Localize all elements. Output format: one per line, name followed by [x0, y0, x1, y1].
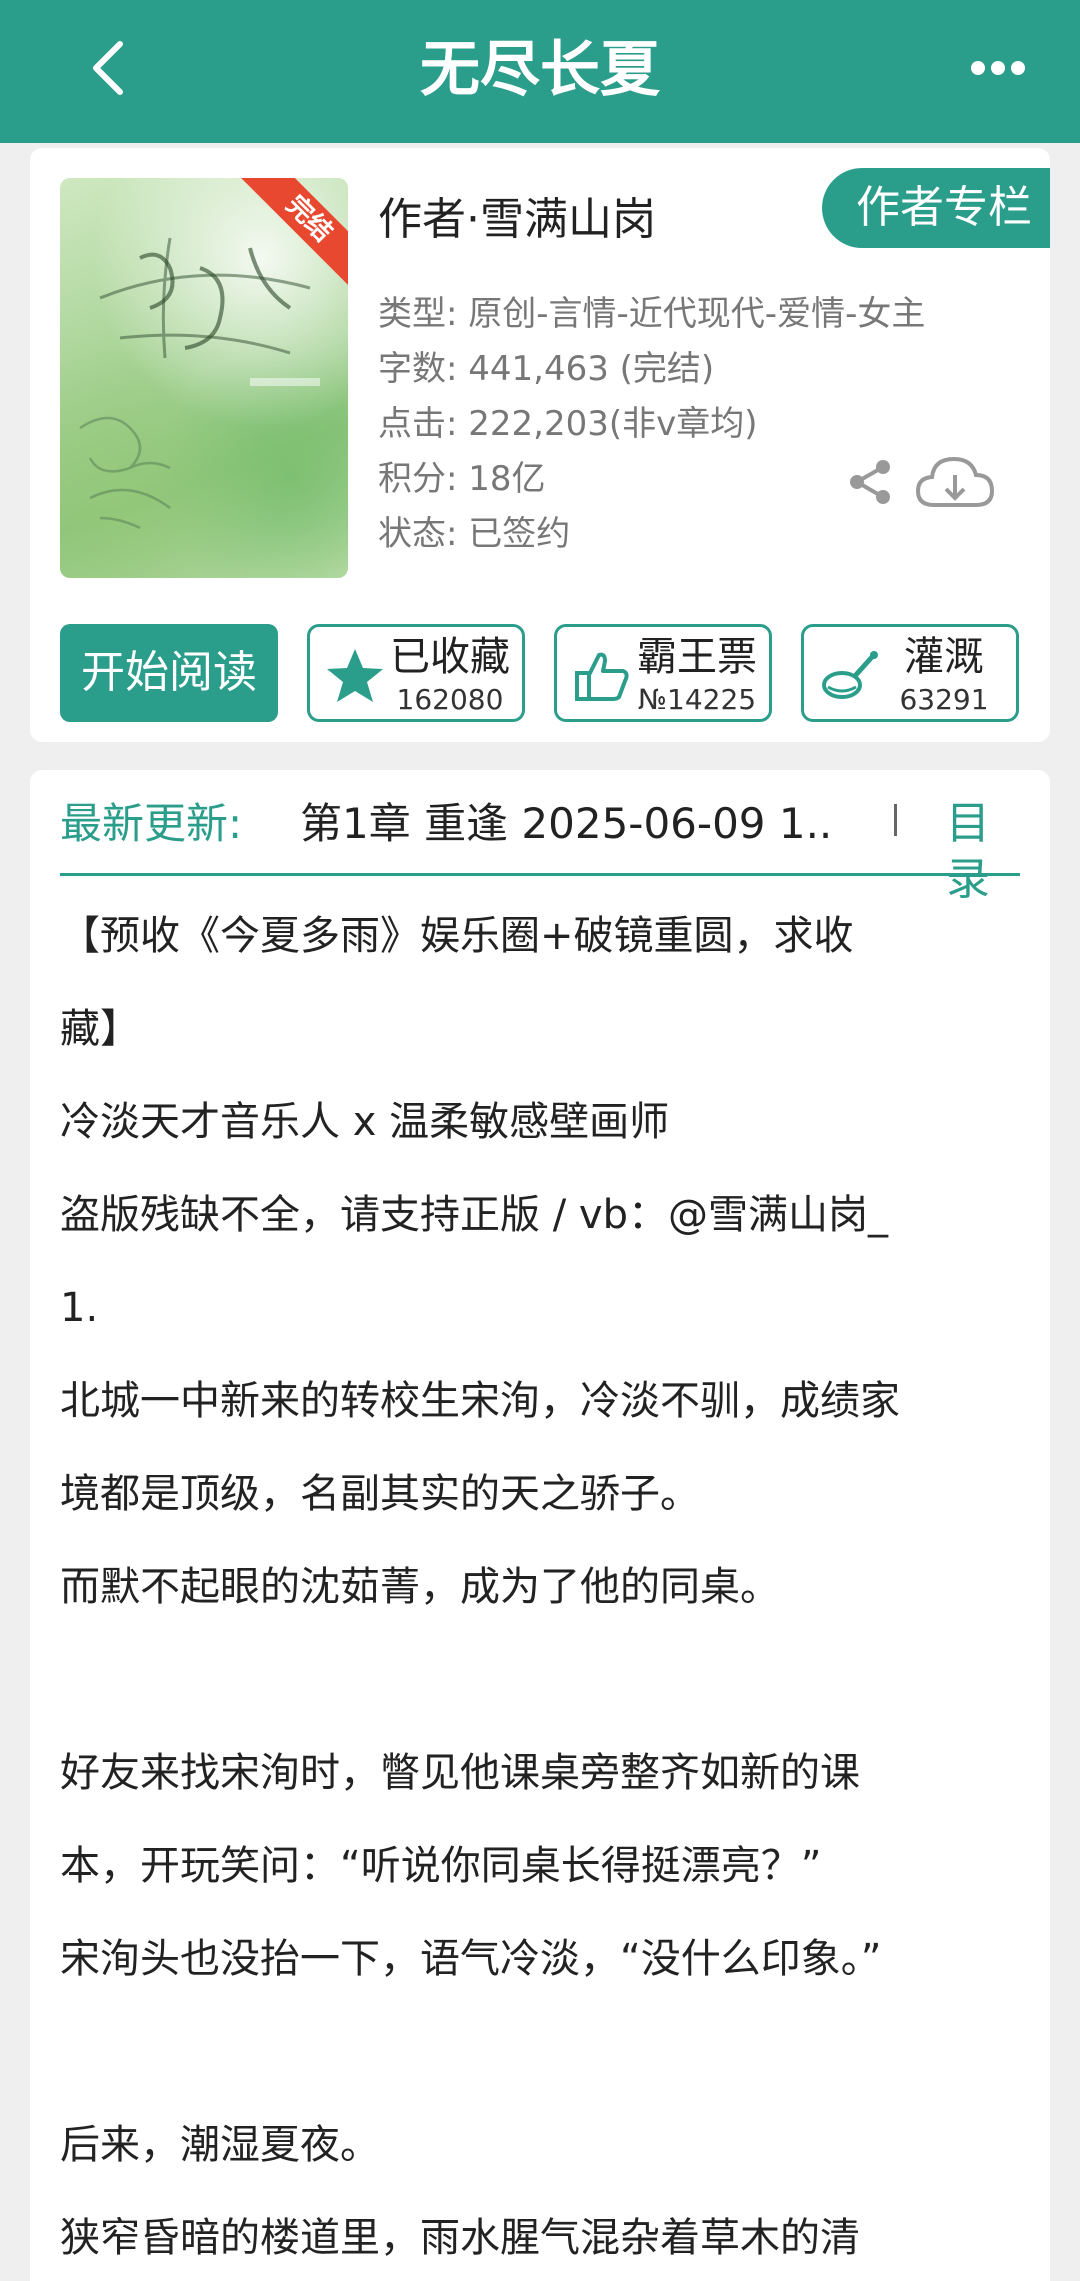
synopsis-line: 【预收《今夏多雨》娱乐圈+破镜重圆，求收 — [60, 913, 854, 959]
favorite-button[interactable]: 已收藏 162080 — [307, 624, 525, 722]
meta-status: 状态: 已签约 — [378, 514, 571, 554]
vote-count: №14225 — [637, 683, 757, 716]
thumbs-up-icon — [575, 652, 629, 701]
nourish-label: 灌溉 — [904, 634, 984, 680]
author-name[interactable]: 作者·雪满山岗 — [378, 192, 656, 248]
divider — [894, 804, 897, 836]
favorite-label: 已收藏 — [390, 634, 510, 680]
synopsis-line: 冷淡天才音乐人 x 温柔敏感壁画师 — [60, 1099, 670, 1145]
watering-bottle-icon — [822, 651, 878, 699]
synopsis-line: 而默不起眼的沈茹菁，成为了他的同桌。 — [60, 1564, 780, 1610]
star-icon — [327, 649, 383, 702]
synopsis-line: 狭窄昏暗的楼道里，雨水腥气混杂着草木的清 — [60, 2215, 860, 2261]
more-dots-icon — [971, 61, 1025, 75]
vote-button[interactable]: 霸王票 №14225 — [554, 624, 772, 722]
meta-clicks: 点击: 222,203(非v章均) — [378, 404, 758, 444]
book-info-card: 完结 作者·雪满山岗 作者专栏 类型: 原创-言情-近代现代-爱情-女主 字数:… — [30, 148, 1050, 742]
synopsis-line: 境都是顶级，名副其实的天之骄子。 — [60, 1471, 700, 1517]
synopsis-line — [60, 2006, 1040, 2099]
meta-word-count: 字数: 441,463 (完结) — [378, 349, 715, 389]
back-chevron-icon — [93, 41, 123, 95]
description-card: 最新更新: 第1章 重逢 2025-06-09 1.. 目录 【预收《今夏多雨》… — [30, 770, 1050, 2281]
synopsis-line: 本，开玩笑问：“听说你同桌长得挺漂亮？” — [60, 1843, 822, 1889]
more-button[interactable] — [960, 38, 1036, 98]
synopsis-line: 1. — [60, 1285, 99, 1331]
synopsis-line: 后来，潮湿夏夜。 — [60, 2122, 380, 2168]
meta-type: 类型: 原创-言情-近代现代-爱情-女主 — [378, 294, 926, 334]
book-cover[interactable]: 完结 — [60, 178, 348, 578]
author-column-button[interactable]: 作者专栏 — [822, 168, 1050, 248]
latest-chapter-link[interactable]: 第1章 重逢 2025-06-09 1.. — [300, 796, 840, 852]
start-reading-button[interactable]: 开始阅读 — [60, 624, 278, 722]
share-icon — [850, 460, 890, 504]
synopsis-line: 好友来找宋洵时，瞥见他课桌旁整齐如新的课 — [60, 1750, 860, 1796]
download-button[interactable] — [910, 444, 1000, 520]
synopsis-line: 盗版残缺不全，请支持正版 / vb：@雪满山岗_ — [60, 1192, 888, 1238]
latest-update-row: 最新更新: 第1章 重逢 2025-06-09 1.. 目录 — [60, 770, 1020, 905]
synopsis-line: 北城一中新来的转校生宋洵，冷淡不驯，成绩家 — [60, 1378, 900, 1424]
synopsis-line: 宋洵头也没抬一下，语气冷淡，“没什么印象。” — [60, 1936, 882, 1982]
page-title: 无尽长夏 — [420, 35, 660, 105]
nourish-button[interactable]: 灌溉 63291 — [801, 624, 1019, 722]
synopsis-line — [60, 1634, 1040, 1727]
meta-score: 积分: 18亿 — [378, 459, 546, 499]
back-button[interactable] — [78, 28, 138, 108]
synopsis: 【预收《今夏多雨》娱乐圈+破镜重圆，求收 藏】 冷淡天才音乐人 x 温柔敏感壁画… — [60, 890, 1040, 2281]
favorite-count: 162080 — [396, 683, 504, 716]
vote-label: 霸王票 — [637, 634, 757, 680]
synopsis-line: 藏】 — [60, 1006, 140, 1052]
share-button[interactable] — [838, 450, 902, 514]
nourish-count: 63291 — [899, 683, 989, 716]
top-bar: 无尽长夏 — [0, 0, 1080, 143]
cloud-download-icon — [915, 456, 995, 507]
latest-update-label: 最新更新: — [60, 799, 243, 848]
